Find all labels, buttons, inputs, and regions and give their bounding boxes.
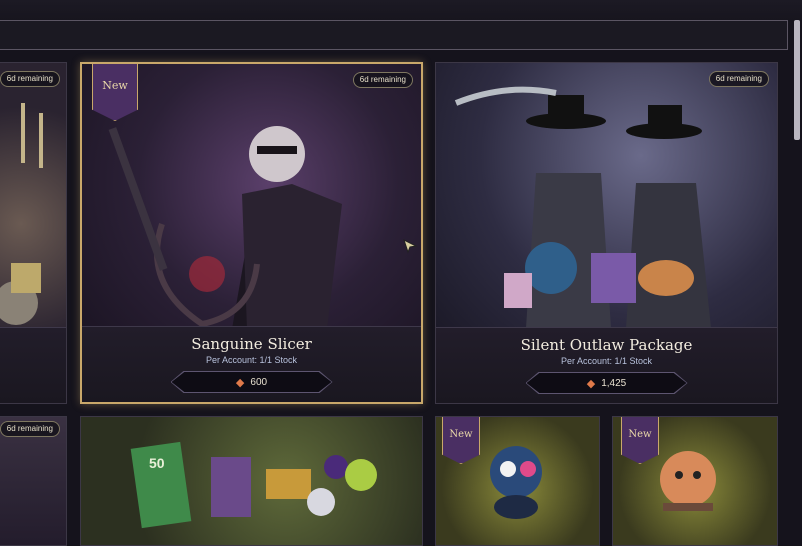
product-card-partial-left[interactable]: 6d remaining: [0, 62, 67, 404]
pointer-cursor-icon: [403, 239, 418, 254]
card-info: [0, 327, 66, 403]
price-tag[interactable]: ◆ 1,425: [526, 373, 687, 393]
weapon-art: [0, 103, 43, 325]
product-title: Sanguine Slicer: [191, 335, 312, 353]
product-art: [436, 63, 777, 328]
product-art: [0, 63, 66, 331]
time-remaining-badge: 6d remaining: [0, 71, 60, 87]
crystal-currency-icon: ◆: [235, 376, 245, 389]
card-number: 50: [149, 455, 165, 471]
top-bar: [0, 0, 802, 20]
bundle-art: [130, 441, 377, 529]
time-remaining-badge: 6d remaining: [708, 71, 769, 87]
purchase-limit: Per Account: 1/1 Stock: [560, 356, 653, 366]
character-art: [454, 86, 711, 328]
price-tag[interactable]: ◆ 600: [171, 372, 332, 392]
scrollbar[interactable]: [794, 20, 800, 140]
price-value: 600: [250, 376, 268, 388]
product-card-partial-left-row2[interactable]: 6d remaining: [0, 416, 67, 546]
card-info: Silent Outlaw Package Per Account: 1/1 S…: [436, 327, 777, 403]
purchase-limit: Per Account: 1/1 Stock: [205, 355, 298, 365]
crystal-currency-icon: ◆: [586, 377, 596, 390]
time-remaining-badge: 6d remaining: [352, 72, 413, 88]
product-card-bundle[interactable]: 50: [80, 416, 423, 546]
product-card-new-pet-orange[interactable]: New: [612, 416, 778, 546]
product-title: Silent Outlaw Package: [520, 336, 693, 354]
product-card-new-pet-blue[interactable]: New: [435, 416, 600, 546]
new-badge: New: [621, 417, 659, 464]
new-badge: New: [442, 417, 480, 464]
product-card-silent-outlaw-package[interactable]: 6d remaining Silent Outlaw Package Per A…: [435, 62, 778, 404]
new-badge: New: [92, 64, 138, 121]
time-remaining-badge: 6d remaining: [0, 421, 60, 437]
card-info: Sanguine Slicer Per Account: 1/1 Stock ◆…: [82, 326, 421, 402]
price-value: 1,425: [601, 377, 627, 389]
product-card-sanguine-slicer[interactable]: New 6d remaining Sanguine Slicer Per Acc…: [80, 62, 423, 404]
product-art: 50: [81, 417, 422, 545]
filter-bar[interactable]: [0, 20, 788, 50]
